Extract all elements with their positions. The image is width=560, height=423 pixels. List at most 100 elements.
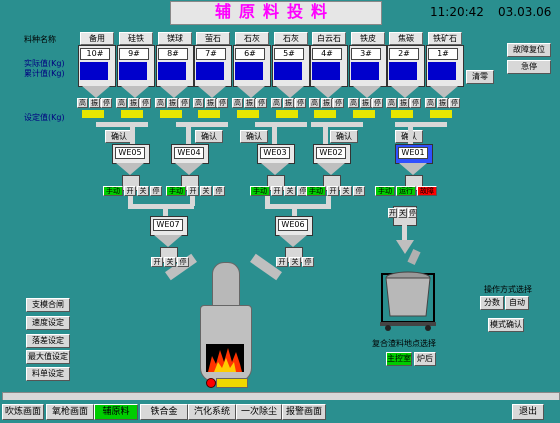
weigher-mode-controls[interactable]: 手动开关停 xyxy=(103,186,163,196)
bin-btn[interactable]: 停 xyxy=(101,98,112,108)
bin-btn[interactable]: 停 xyxy=(140,98,151,108)
confirm-button-we02[interactable]: 确认 xyxy=(330,130,358,143)
mode-open-button[interactable]: 开 xyxy=(187,186,199,196)
bin-btn[interactable]: 高 xyxy=(116,98,127,108)
tab-2[interactable]: 辅原料 xyxy=(94,404,138,420)
weigher-mode-controls[interactable]: 手动开关停 xyxy=(306,186,366,196)
mode-stop-button[interactable]: 停 xyxy=(302,257,314,267)
mode-open-button[interactable]: 开 xyxy=(327,186,339,196)
bin-control-buttons[interactable]: 高振停 xyxy=(193,98,229,108)
bin-btn[interactable]: 高 xyxy=(155,98,166,108)
bin-btn[interactable]: 高 xyxy=(232,98,243,108)
bin-btn[interactable]: 振 xyxy=(89,98,100,108)
left-setting-button[interactable]: 最大值设定 xyxy=(26,350,70,364)
bin-btn[interactable]: 振 xyxy=(128,98,139,108)
bin-btn[interactable]: 振 xyxy=(244,98,255,108)
bin-btn[interactable]: 振 xyxy=(398,98,409,108)
bin-number: 8# xyxy=(158,48,188,60)
bin-btn[interactable]: 停 xyxy=(295,98,306,108)
weigher-mode-controls[interactable]: 手动开关停 xyxy=(166,186,226,196)
bin-btn[interactable]: 停 xyxy=(449,98,460,108)
bin-btn[interactable]: 停 xyxy=(372,98,383,108)
mode-close-button[interactable]: 关 xyxy=(164,257,176,267)
we01-chute-buttons[interactable]: 开关停 xyxy=(388,208,418,218)
mode-close-button[interactable]: 关 xyxy=(137,186,149,196)
confirm-button-we03[interactable]: 确认 xyxy=(240,130,268,143)
mode-manual-button[interactable]: 手动 xyxy=(306,186,326,196)
weigher-gate-controls[interactable]: 开关停 xyxy=(276,257,315,267)
bin-control-buttons[interactable]: 高振停 xyxy=(271,98,307,108)
bin-btn[interactable]: 高 xyxy=(193,98,204,108)
mode-stop-button[interactable]: 停 xyxy=(213,186,225,196)
bin-control-buttons[interactable]: 高振停 xyxy=(77,98,113,108)
bin-control-buttons[interactable]: 高振停 xyxy=(155,98,191,108)
tab-5[interactable]: 一次除尘 xyxy=(236,404,282,420)
mode-running-button[interactable]: 运行 xyxy=(396,186,416,196)
tab-3[interactable]: 铁合金 xyxy=(140,404,188,420)
tab-6[interactable]: 报警画面 xyxy=(282,404,326,420)
mode-close-button[interactable]: 关 xyxy=(340,186,352,196)
left-setting-button[interactable]: 支模合闸 xyxy=(26,298,70,312)
bin-btn[interactable]: 高 xyxy=(77,98,88,108)
fault-reset-button[interactable]: 故障复位 xyxy=(507,43,551,57)
bin-btn[interactable]: 振 xyxy=(321,98,332,108)
bin-control-buttons[interactable]: 高振停 xyxy=(116,98,152,108)
weigher-mode-controls[interactable]: 手动 运行 故障 xyxy=(375,186,438,196)
tab-4[interactable]: 汽化系统 xyxy=(188,404,236,420)
bin-btn[interactable]: 振 xyxy=(437,98,448,108)
mode-close-button[interactable]: 关 xyxy=(200,186,212,196)
bin-btn[interactable]: 停 xyxy=(333,98,344,108)
main-control-room-button[interactable]: 主控室 xyxy=(386,352,412,366)
tab-0[interactable]: 吹炼画面 xyxy=(2,404,44,420)
mode-stop-button[interactable]: 停 xyxy=(150,186,162,196)
mode-stop-button[interactable]: 停 xyxy=(353,186,365,196)
bin-btn[interactable]: 振 xyxy=(283,98,294,108)
mode-manual-button[interactable]: 手动 xyxy=(166,186,186,196)
confirm-button-we05[interactable]: 确认 xyxy=(105,130,133,143)
bin-btn[interactable]: 振 xyxy=(360,98,371,108)
weigher-mode-controls[interactable]: 手动开关停 xyxy=(250,186,310,196)
bin-btn[interactable]: 停 xyxy=(179,98,190,108)
bin-control-buttons[interactable]: 高振停 xyxy=(232,98,268,108)
mode-manual-button[interactable]: 手动 xyxy=(375,186,395,196)
bin-btn[interactable]: 高 xyxy=(425,98,436,108)
left-setting-button[interactable]: 料单设定 xyxy=(26,367,70,381)
bin-btn[interactable]: 停 xyxy=(217,98,228,108)
bin-btn[interactable]: 高 xyxy=(348,98,359,108)
weigher-gate-controls[interactable]: 开关停 xyxy=(151,257,190,267)
exit-button[interactable]: 退出 xyxy=(512,404,544,420)
mode-close-button[interactable]: 关 xyxy=(284,186,296,196)
mode-manual-button[interactable]: 手动 xyxy=(103,186,123,196)
mode-open-button[interactable]: 开 xyxy=(151,257,163,267)
left-setting-button[interactable]: 速度设定 xyxy=(26,316,70,330)
bin-btn[interactable]: 振 xyxy=(167,98,178,108)
mode-close-button[interactable]: 关 xyxy=(289,257,301,267)
bin-name-5: 石灰 xyxy=(235,32,269,45)
mode-sub-button[interactable]: 分数 xyxy=(480,296,504,310)
furnace-rear-button[interactable]: 炉后 xyxy=(414,352,436,366)
clear-zero-button[interactable]: 清零 xyxy=(466,70,494,84)
confirm-button-we04[interactable]: 确认 xyxy=(195,130,223,143)
bin-control-buttons[interactable]: 高振停 xyxy=(348,98,384,108)
bin-btn[interactable]: 高 xyxy=(309,98,320,108)
mode-confirm-button[interactable]: 模式确认 xyxy=(488,318,524,332)
mode-stop-button[interactable]: 停 xyxy=(177,257,189,267)
mode-open-button[interactable]: 开 xyxy=(124,186,136,196)
bin-name-3: 镁球 xyxy=(158,32,192,45)
mode-open-button[interactable]: 开 xyxy=(276,257,288,267)
mode-open-button[interactable]: 开 xyxy=(271,186,283,196)
bin-btn[interactable]: 高 xyxy=(386,98,397,108)
mode-auto-button[interactable]: 自动 xyxy=(505,296,529,310)
bin-control-buttons[interactable]: 高振停 xyxy=(425,98,461,108)
mode-manual-button[interactable]: 手动 xyxy=(250,186,270,196)
bin-btn[interactable]: 停 xyxy=(410,98,421,108)
bin-btn[interactable]: 高 xyxy=(271,98,282,108)
left-setting-button[interactable]: 落差设定 xyxy=(26,334,70,348)
mode-fault-button[interactable]: 故障 xyxy=(417,186,437,196)
bin-control-buttons[interactable]: 高振停 xyxy=(309,98,345,108)
tab-1[interactable]: 氧枪画面 xyxy=(46,404,94,420)
bin-control-buttons[interactable]: 高振停 xyxy=(386,98,422,108)
bin-btn[interactable]: 振 xyxy=(205,98,216,108)
bin-btn[interactable]: 停 xyxy=(256,98,267,108)
emergency-stop-button[interactable]: 急停 xyxy=(507,60,551,74)
